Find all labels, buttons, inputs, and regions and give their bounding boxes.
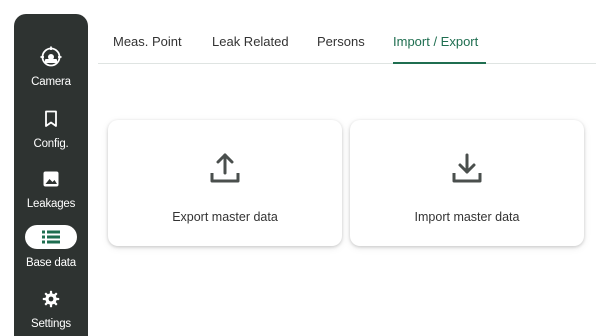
sidebar-item-label: Config. (33, 138, 69, 150)
sidebar-item-settings[interactable]: Settings (14, 286, 88, 330)
tab-import-export[interactable]: Import / Export (393, 22, 478, 64)
sidebar-item-label: Settings (31, 318, 71, 330)
tab-meas-point[interactable]: Meas. Point (113, 22, 182, 64)
active-indicator (25, 225, 77, 249)
import-master-data-button[interactable]: Import master data (350, 120, 584, 246)
tab-bar: Meas. Point Leak Related Persons Import … (98, 22, 596, 64)
export-label: Export master data (172, 210, 278, 224)
download-icon (449, 150, 485, 188)
sidebar-item-camera[interactable]: Camera (14, 44, 88, 88)
bookmark-icon (43, 106, 59, 132)
image-icon (42, 166, 60, 192)
sidebar-item-label: Leakages (26, 198, 76, 210)
sidebar-item-config[interactable]: Config. (14, 106, 88, 150)
sidebar-item-base-data[interactable]: Base data (14, 225, 88, 269)
list-icon (42, 230, 60, 244)
active-tab-underline (393, 62, 486, 64)
gear-icon (42, 286, 60, 312)
nav-sidebar: Camera Config. Leakages Base data Settin… (14, 14, 88, 336)
camera-icon (40, 44, 62, 70)
sidebar-item-label: Camera (31, 76, 71, 88)
export-master-data-button[interactable]: Export master data (108, 120, 342, 246)
tab-persons[interactable]: Persons (317, 22, 365, 64)
import-label: Import master data (414, 210, 520, 224)
tab-leak-related[interactable]: Leak Related (212, 22, 289, 64)
sidebar-item-label: Base data (26, 257, 76, 269)
upload-icon (207, 150, 243, 188)
sidebar-item-leakages[interactable]: Leakages (14, 166, 88, 210)
